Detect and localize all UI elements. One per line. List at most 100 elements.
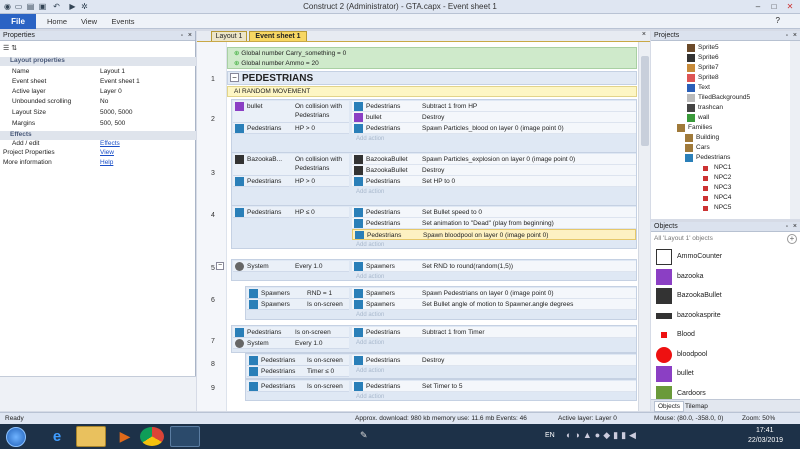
event-condition[interactable]: Spawners RND = 1 <box>247 288 349 299</box>
tab-layout-1[interactable]: Layout 1 <box>211 31 247 41</box>
scrollbar-thumb[interactable] <box>641 56 649 146</box>
pin-icon[interactable]: ▫ <box>181 31 183 41</box>
object-list-item[interactable]: AmmoCounter <box>653 247 798 267</box>
close-icon[interactable]: × <box>793 31 797 41</box>
property-row[interactable]: Add / edit Effects <box>0 140 196 149</box>
explorer-icon[interactable] <box>76 426 106 447</box>
start-button[interactable] <box>6 427 26 447</box>
clock-date[interactable]: 22/03/2019 <box>748 437 783 444</box>
language-indicator[interactable]: EN <box>545 432 555 439</box>
pin-icon[interactable]: ▫ <box>786 222 788 232</box>
event-action[interactable]: Spawners Set Bullet angle of motion to Sp… <box>352 299 636 310</box>
property-category[interactable]: Layout properties <box>0 57 196 66</box>
add-action-link[interactable]: Add action <box>352 272 384 282</box>
object-list-item[interactable]: bazooka <box>653 267 798 287</box>
tab-event-sheet-1[interactable]: Event sheet 1 <box>249 31 307 41</box>
tab-objects[interactable]: Objects <box>654 401 685 412</box>
editor-scrollbar[interactable] <box>638 42 650 411</box>
object-list-item[interactable]: bazookasprite <box>653 306 798 326</box>
event-condition[interactable]: Pedestrians Is on-screen <box>233 327 349 338</box>
event-condition[interactable]: BazookaB... On collision with Pedestrians <box>233 154 349 176</box>
event-action[interactable]: BazookaBullet Spawn Particles_explosion o… <box>352 154 636 165</box>
add-object-icon[interactable]: + <box>787 234 797 244</box>
event-action[interactable]: Spawners Spawn Pedestrians on layer 0 (im… <box>352 288 636 299</box>
maximize-icon[interactable]: □ <box>766 1 782 12</box>
event-condition[interactable]: System Every 1.0 seconds <box>233 261 349 272</box>
add-action-link[interactable]: Add action <box>352 338 384 348</box>
collapse-icon[interactable]: − <box>230 73 239 82</box>
help-icon[interactable]: ? <box>776 16 780 25</box>
event-condition[interactable]: Pedestrians HP ≤ 0 <box>233 207 349 218</box>
object-list-item[interactable]: bloodpool <box>653 345 798 365</box>
construct2-taskbar-icon[interactable] <box>170 426 200 447</box>
add-action-link[interactable]: Add action <box>352 187 384 197</box>
property-link[interactable]: Help <box>100 159 113 168</box>
global-var-carry[interactable]: ⊕ Global number Carry_something = 0 <box>234 49 346 59</box>
object-list-item[interactable]: Blood <box>653 325 798 345</box>
event-action[interactable]: Pedestrians Spawn bloodpool on layer 0 (i… <box>352 229 636 240</box>
add-action-link[interactable]: Add action <box>352 366 384 376</box>
event-action[interactable]: BazookaBullet Destroy <box>352 165 636 176</box>
property-row[interactable]: Layout Size 5000, 5000 <box>0 109 196 118</box>
object-list-item[interactable]: bullet <box>653 364 798 384</box>
property-row[interactable]: Unbounded scrolling No <box>0 98 196 107</box>
event-block[interactable]: bullet On collision with Pedestrians Pedes… <box>231 99 637 153</box>
global-var-ammo[interactable]: ⊕ Global number Ammo = 20 <box>234 59 319 69</box>
clock-time[interactable]: 17:41 <box>756 427 774 434</box>
event-condition[interactable]: Pedestrians HP > 0 <box>233 123 349 134</box>
property-row[interactable]: Active layer Layer 0 <box>0 88 196 97</box>
minimize-icon[interactable]: – <box>750 1 766 12</box>
property-link[interactable]: Effects <box>100 140 120 149</box>
property-row[interactable]: Event sheet Event sheet 1 <box>0 78 196 87</box>
event-action[interactable]: Pedestrians Subtract 1 from HP <box>352 101 636 112</box>
event-block[interactable]: Pedestrians Is on-screen System Every 1.0 s… <box>231 325 637 353</box>
ie-icon[interactable]: e <box>42 426 72 447</box>
sort-icons[interactable]: ☰ ⇅ <box>3 44 17 52</box>
file-menu-button[interactable]: File <box>0 14 36 29</box>
event-condition[interactable]: Pedestrians Is on-screen <box>247 355 349 366</box>
event-block[interactable]: Pedestrians HP ≤ 0 Pedestrians Set Bullet s… <box>231 205 637 249</box>
add-action-link[interactable]: Add action <box>352 310 384 320</box>
tab-events[interactable]: Events <box>104 14 142 29</box>
event-block[interactable]: Pedestrians Is on-screen Pedestrians Set Ti… <box>245 379 637 401</box>
projects-scrollbar[interactable] <box>790 41 800 219</box>
close-tab-icon[interactable]: × <box>642 31 646 38</box>
close-icon[interactable]: × <box>793 222 797 232</box>
chrome-icon[interactable] <box>140 427 164 446</box>
event-action[interactable]: Pedestrians Set animation to "Dead" (play… <box>352 218 636 229</box>
tab-tilemap[interactable]: Tilemap <box>685 402 708 411</box>
event-block[interactable]: Spawners RND = 1 Spawners Is on-screen Spawn… <box>245 286 637 320</box>
event-action[interactable]: bullet Destroy <box>352 112 636 123</box>
event-action[interactable]: Pedestrians Set Bullet speed to 0 <box>352 207 636 218</box>
event-condition[interactable]: Pedestrians Is on-screen <box>247 381 349 392</box>
event-action[interactable]: Pedestrians Destroy <box>352 355 636 366</box>
event-block[interactable]: System Every 1.0 seconds Spawners Set RND t… <box>216 259 637 282</box>
property-row[interactable]: More information Help <box>0 159 196 168</box>
event-block[interactable]: Pedestrians Is on-screen Pedestrians Timer … <box>245 353 637 379</box>
media-player-icon[interactable]: ▶ <box>110 426 140 447</box>
event-condition[interactable]: Spawners Is on-screen <box>247 299 349 310</box>
event-action[interactable]: Pedestrians Spawn Particles_blood on laye… <box>352 123 636 134</box>
event-condition[interactable]: Pedestrians HP > 0 <box>233 176 349 187</box>
property-row[interactable]: Margins 500, 500 <box>0 120 196 129</box>
event-action[interactable]: Spawners Set RND to round(random(1,5)) <box>352 261 636 272</box>
add-action-link[interactable]: Add action <box>352 392 384 402</box>
event-block[interactable]: BazookaB... On collision with Pedestrians… <box>231 152 637 206</box>
pin-icon[interactable]: ▫ <box>786 31 788 41</box>
pen-icon[interactable]: ✎ <box>360 430 368 441</box>
event-condition[interactable]: bullet On collision with Pedestrians <box>233 101 349 123</box>
tray-icons[interactable]: ◐◑▲●◆▮▮◀ <box>566 430 639 441</box>
property-row[interactable]: Project Properties View <box>0 149 196 158</box>
close-icon[interactable]: ✕ <box>782 1 798 12</box>
event-condition[interactable]: Pedestrians Timer ≤ 0 <box>247 366 349 377</box>
property-link[interactable]: View <box>100 149 114 158</box>
object-list-item[interactable]: BazookaBullet <box>653 286 798 306</box>
tab-home[interactable]: Home <box>40 14 74 29</box>
tab-view[interactable]: View <box>74 14 104 29</box>
add-action-link[interactable]: Add action <box>352 240 384 250</box>
group-header[interactable]: − PEDESTRIANS <box>227 71 637 85</box>
objects-filter[interactable]: All 'Layout 1' objects <box>654 235 713 242</box>
add-action-link[interactable]: Add action <box>352 134 384 144</box>
property-row[interactable]: Name Layout 1 <box>0 68 196 77</box>
event-action[interactable]: Pedestrians Set HP to 0 <box>352 176 636 187</box>
